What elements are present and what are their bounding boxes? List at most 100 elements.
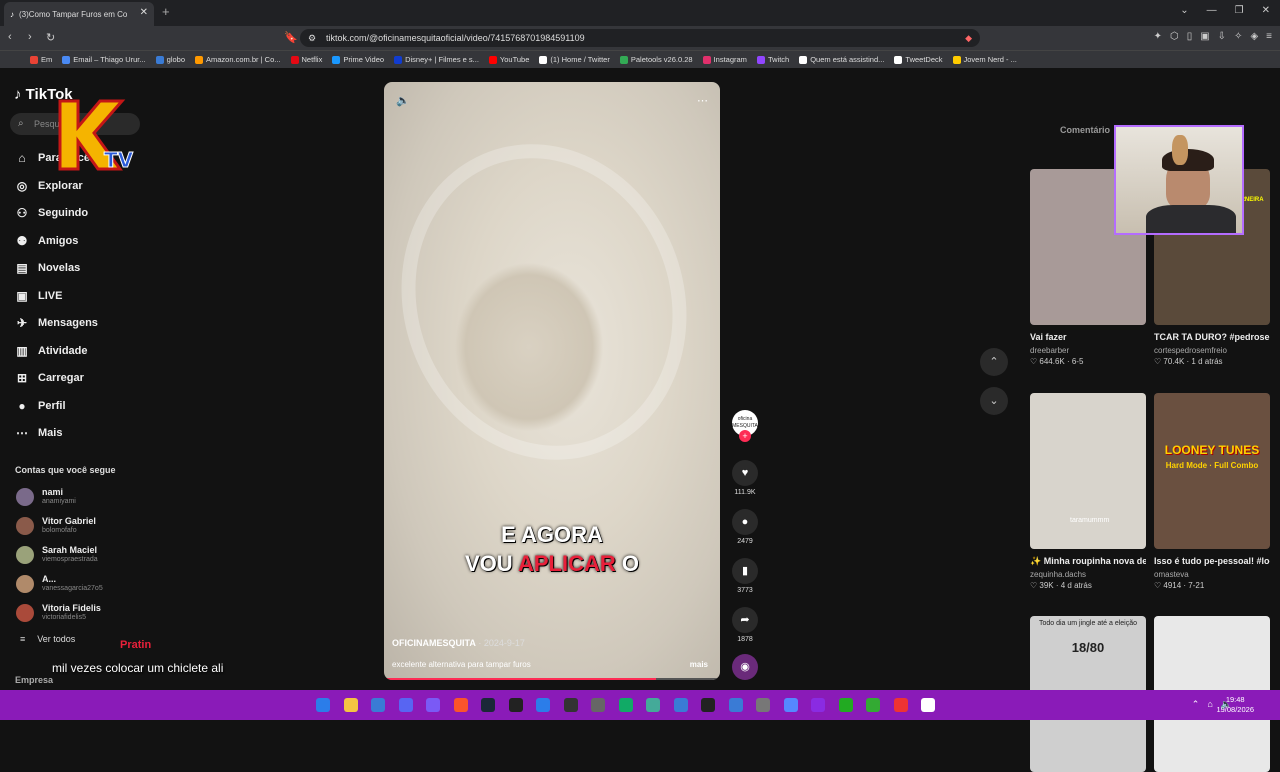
taskbar-app-icon[interactable] [591,698,605,712]
taskbar-app-icon[interactable] [811,698,825,712]
taskbar-app-icon[interactable] [536,698,550,712]
tab-search-icon[interactable]: ⌄ [1180,5,1188,16]
taskbar-app-icon[interactable] [343,698,358,712]
chevron-up-icon[interactable]: ⌃ [980,348,1008,376]
address-bar[interactable]: ⚙ tiktok.com/@oficinamesquitaoficial/vid… [300,29,980,47]
clock[interactable]: 19:48 19/08/2026 [1216,695,1254,715]
maximize-icon[interactable]: ❐ [1235,5,1244,16]
sidebar-item-atividade[interactable]: ▥ Atividade [14,344,87,358]
taskbar-app-icon[interactable] [508,698,523,712]
taskbar-app-icon[interactable] [921,698,935,712]
taskbar-app-icon[interactable] [756,698,770,712]
menu-icon[interactable]: ≡ [1266,31,1272,42]
back-icon[interactable]: ‹ [8,31,12,43]
bookmark-item[interactable]: TweetDeck [894,55,943,64]
download-icon[interactable]: ⇩ [1218,31,1226,42]
minimize-icon[interactable]: — [1207,5,1217,16]
bookmark-item[interactable]: Email – Thiago Urur... [62,55,146,64]
video-progress-bar[interactable] [384,678,720,680]
chevron-down-icon[interactable]: ⌄ [980,387,1008,415]
followed-account[interactable]: Sarah Maciel viemospraestrada [16,545,98,564]
see-all-button[interactable]: ≡ Ver todos [20,634,75,644]
bookmark-item[interactable]: Quem está assistind... [799,55,884,64]
bookmark-item[interactable]: YouTube [488,55,529,64]
bookmark-label: Amazon.com.br | Co... [206,55,281,64]
video-author[interactable]: OFICINAMESQUITA · 2024-9-17 [392,638,525,648]
taskbar-app-icon[interactable] [453,698,468,712]
bookmark-icon[interactable]: 🔖 [284,31,298,44]
leo-icon[interactable]: ✧ [1234,31,1242,42]
sidebar-icon[interactable]: ▯ [1187,31,1193,42]
sidebar-item-amigos[interactable]: ⚉ Amigos [14,234,79,248]
site-info-icon[interactable]: ⚙ [308,29,316,47]
bookmark-item[interactable]: Instagram [702,55,747,64]
company-link[interactable]: Empresa [15,675,53,685]
bookmark-item[interactable]: (1) Home / Twitter [539,55,610,64]
tray-chevron-icon[interactable]: ⌃ [1192,699,1200,710]
taskbar-app-icon[interactable] [701,698,715,712]
extension-icon[interactable]: ⬡ [1170,31,1179,42]
browser-tab[interactable]: ♪ (3)Como Tampar Furos em Co ✕ [4,2,154,26]
sidebar-item-carregar[interactable]: ⊞ Carregar [14,371,84,385]
wallet-icon[interactable]: ▣ [1200,31,1209,42]
vpn-icon[interactable]: ◈ [1250,31,1258,42]
video-card[interactable]: taramummm ✨ Minha roupinha nova de idoso … [1030,393,1146,590]
followed-account[interactable]: Vitoria Fidelis victoriafidelis5 [16,603,101,622]
taskbar-app-icon[interactable] [866,698,880,712]
taskbar-app-icon[interactable] [426,698,440,712]
network-icon[interactable]: ⌂ [1207,699,1212,710]
extension-icon[interactable]: ✦ [1154,31,1162,42]
taskbar-app-icon[interactable] [673,698,688,712]
tab-comments[interactable]: Comentário [1060,125,1110,135]
reload-icon[interactable]: ↻ [46,31,55,44]
creator-avatar[interactable]: oficina MESQUITA + [730,410,760,442]
taskbar-app-icon[interactable] [618,698,633,712]
more-button[interactable]: mais [690,660,708,669]
sidebar-item-live[interactable]: ▣ LIVE [14,289,62,303]
bookmark-item[interactable]: Amazon.com.br | Co... [195,55,281,64]
sidebar-item-mais[interactable]: ⋯ Mais [14,426,62,440]
bookmark-item[interactable]: Disney+ | Filmes e s... [394,55,479,64]
followed-account[interactable]: nami anamiyami [16,487,76,506]
sidebar-item-explorar[interactable]: ◎ Explorar [14,179,83,193]
taskbar-app-icon[interactable] [371,698,385,712]
bookmark-favicon-icon [290,55,299,64]
video-player[interactable]: 🔈 ⋯ E AGORA VOU APLICAR O OFICINAMESQUIT… [384,82,720,680]
bookmark-item[interactable]: globo [155,55,185,64]
new-tab-icon[interactable]: + [162,4,170,19]
sidebar-item-seguindo[interactable]: ⚇ Seguindo [14,206,89,220]
bookmark-item[interactable]: Jovem Nerd - ... [952,55,1017,64]
taskbar-app-icon[interactable] [893,698,908,712]
music-disc[interactable]: ◉ [730,654,760,680]
save-button[interactable]: ▮ 3773 [730,558,760,594]
followed-account[interactable]: A... vanessagarcia27o5 [16,574,103,593]
like-button[interactable]: ♥ 111.9K [730,460,760,496]
sidebar-item-novelas[interactable]: ▤ Novelas [14,261,80,275]
taskbar-app-icon[interactable] [838,698,853,712]
comment-button[interactable]: ● 2479 [730,509,760,545]
followed-account[interactable]: Vitor Gabriel bolomofafo [16,516,96,535]
close-window-icon[interactable]: ✕ [1262,5,1270,16]
close-tab-icon[interactable]: ✕ [140,7,148,18]
bookmark-item[interactable]: Paletools v26.0.28 [619,55,693,64]
bookmark-item[interactable]: Netflix [290,55,322,64]
taskbar-app-icon[interactable] [783,698,798,712]
volume-icon[interactable]: 🔈 [396,94,410,107]
bookmark-item[interactable]: Twitch [756,55,789,64]
taskbar-app-icon[interactable] [563,698,578,712]
sidebar-item-perfil[interactable]: ● Perfil [14,399,65,413]
taskbar-app-icon[interactable] [728,698,743,712]
brave-shield-icon[interactable]: ◆ [965,29,972,47]
taskbar-app-icon[interactable] [646,698,660,712]
share-button[interactable]: ➦ 1878 [730,607,760,643]
sidebar-item-mensagens[interactable]: ✈ Mensagens [14,316,98,330]
forward-icon[interactable]: › [28,31,32,43]
taskbar-app-icon[interactable] [316,698,330,712]
video-card[interactable]: LOONEY TUNES Hard Mode · Full Combo Isso é… [1154,393,1270,590]
taskbar-app-icon[interactable] [481,698,495,712]
taskbar-app-icon[interactable] [398,698,413,712]
bookmark-item[interactable]: Prime Video [332,55,384,64]
follow-plus-icon[interactable]: + [739,430,751,442]
more-options-icon[interactable]: ⋯ [697,94,708,107]
bookmark-item[interactable]: Em [30,55,52,64]
